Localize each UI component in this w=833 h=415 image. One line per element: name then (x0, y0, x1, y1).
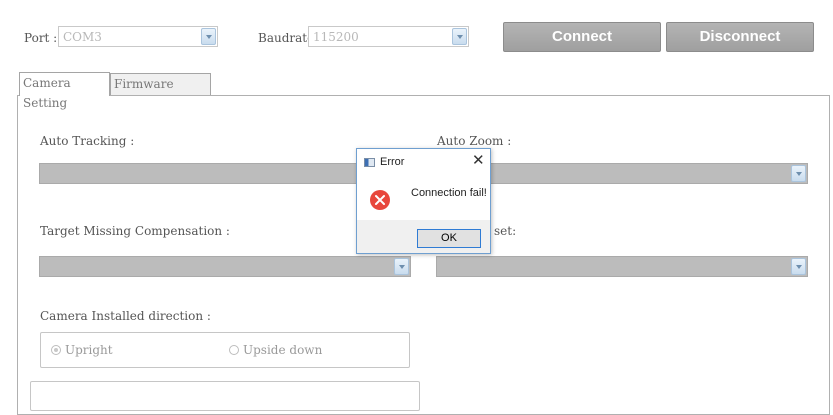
tab-camera-setting[interactable]: Camera Setting (19, 72, 110, 110)
auto-tracking-label: Auto Tracking : (40, 134, 135, 148)
dialog-title: Error (380, 156, 405, 168)
disconnect-button[interactable]: Disconnect (666, 22, 814, 52)
auto-zoom-select[interactable] (436, 163, 808, 184)
connect-button[interactable]: Connect (503, 22, 661, 52)
port-label: Port : (24, 31, 58, 45)
direction-group: Upright Upside down (40, 332, 410, 368)
target-missing-label: Target Missing Compensation : (40, 224, 230, 238)
second-setting-select[interactable] (436, 256, 808, 277)
chevron-down-icon[interactable] (791, 165, 806, 182)
error-icon (370, 190, 390, 210)
close-icon[interactable]: ✕ (472, 151, 485, 169)
ok-button[interactable]: OK (417, 229, 481, 248)
baudrate-select[interactable]: 115200 (308, 26, 469, 47)
chevron-down-icon[interactable] (201, 28, 216, 45)
chevron-down-icon[interactable] (452, 28, 467, 45)
upside-down-label: Upside down (243, 343, 323, 357)
port-select[interactable]: COM3 (58, 26, 218, 47)
auto-zoom-label: Auto Zoom : (437, 134, 512, 148)
app-icon (364, 158, 375, 167)
radio-upside-down[interactable] (229, 345, 239, 355)
port-value: COM3 (63, 30, 102, 44)
baudrate-value: 115200 (313, 30, 359, 44)
target-missing-select[interactable] (39, 256, 411, 277)
radio-upright[interactable] (51, 345, 61, 355)
tab-firmware-update[interactable]: Firmware Update (110, 73, 211, 111)
direction-label: Camera Installed direction : (40, 309, 211, 323)
chevron-down-icon[interactable] (791, 258, 806, 275)
chevron-down-icon[interactable] (394, 258, 409, 275)
dialog-message: Connection fail! (411, 187, 487, 199)
partial-setting-label: set: (494, 224, 517, 238)
error-dialog: Error ✕ Connection fail! OK (356, 148, 491, 254)
lower-group-box (30, 381, 420, 411)
upright-label: Upright (65, 343, 113, 357)
